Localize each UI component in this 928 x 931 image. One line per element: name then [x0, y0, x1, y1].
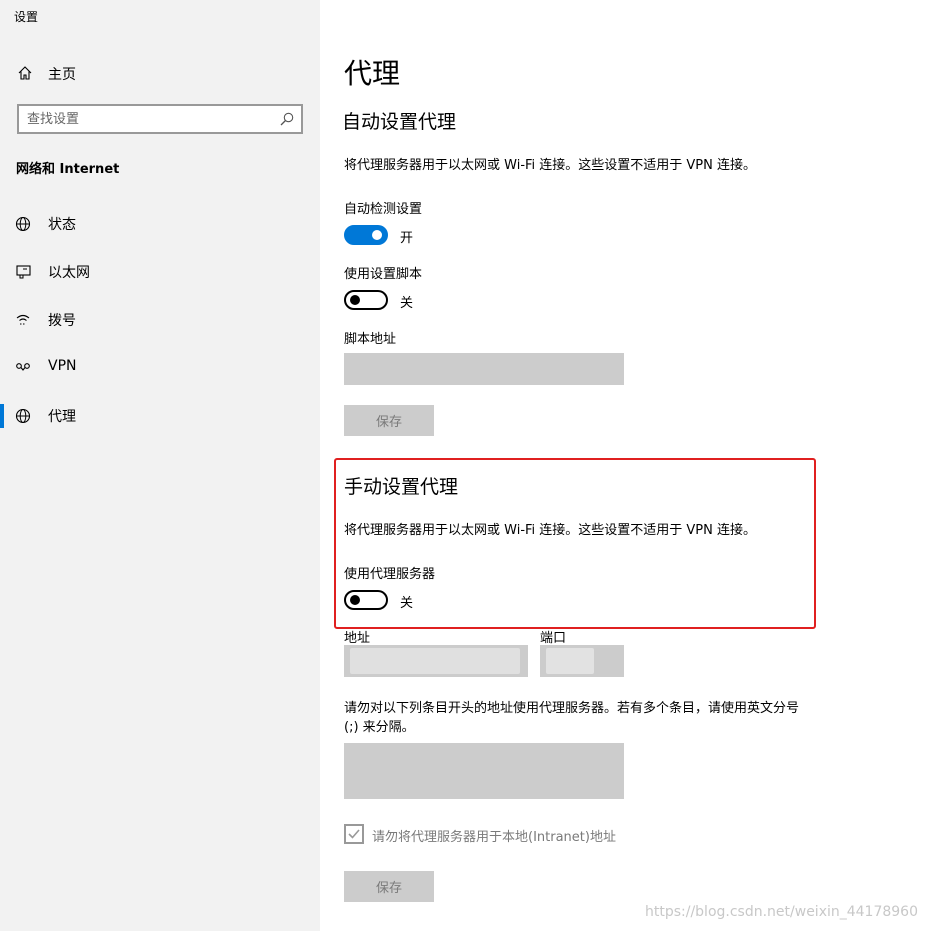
search-box[interactable]	[17, 104, 303, 134]
local-bypass-checkbox[interactable]	[344, 824, 364, 844]
exceptions-description: 请勿对以下列条目开头的地址使用代理服务器。若有多个条目，请使用英文分号 (;) …	[344, 701, 800, 735]
sidebar-item-label: 主页	[48, 67, 76, 83]
sidebar-item-vpn[interactable]: VPN	[0, 350, 320, 386]
script-address-field[interactable]	[344, 353, 624, 385]
sidebar-item-dialup[interactable]: 拨号	[0, 302, 320, 338]
sidebar-item-label: 代理	[48, 409, 76, 425]
sidebar-item-label: 以太网	[48, 265, 90, 281]
search-icon[interactable]	[279, 111, 295, 127]
toggle-knob	[372, 230, 382, 240]
port-blur	[546, 648, 594, 674]
manual-save-button[interactable]: 保存	[344, 871, 434, 902]
highlight-box	[334, 458, 816, 629]
globe-icon	[15, 408, 33, 424]
checkmark-icon	[348, 829, 360, 839]
setup-script-toggle[interactable]	[344, 290, 388, 310]
sidebar: 设置 主页 网络和 Internet 状态 以太网 拨号 VP	[0, 0, 320, 931]
auto-detect-label: 自动检测设置	[344, 202, 423, 217]
setup-script-label: 使用设置脚本	[344, 267, 423, 282]
dialup-icon	[15, 312, 33, 328]
sidebar-item-label: 状态	[48, 217, 76, 233]
page-title: 代理	[344, 57, 401, 90]
auto-proxy-description: 将代理服务器用于以太网或 Wi-Fi 连接。这些设置不适用于 VPN 连接。	[344, 158, 757, 173]
exceptions-field[interactable]	[344, 743, 624, 799]
sidebar-item-status[interactable]: 状态	[0, 206, 320, 242]
ethernet-icon	[15, 264, 33, 280]
sidebar-item-label: 拨号	[48, 313, 76, 329]
port-label: 端口	[540, 631, 567, 646]
local-bypass-label: 请勿将代理服务器用于本地(Intranet)地址	[372, 830, 616, 845]
sidebar-section-title: 网络和 Internet	[16, 162, 120, 177]
auto-proxy-heading: 自动设置代理	[342, 111, 457, 133]
sidebar-item-home[interactable]: 主页	[0, 58, 320, 88]
auto-detect-state: 开	[400, 231, 414, 246]
watermark: https://blog.csdn.net/weixin_44178960	[644, 904, 918, 920]
script-address-label: 脚本地址	[344, 332, 397, 347]
toggle-knob	[350, 295, 360, 305]
sidebar-item-label: VPN	[48, 358, 77, 374]
address-label: 地址	[344, 631, 371, 646]
vpn-icon	[15, 360, 33, 376]
sidebar-item-proxy[interactable]: 代理	[0, 398, 320, 434]
globe-status-icon	[15, 216, 33, 232]
auto-save-button[interactable]: 保存	[344, 405, 434, 436]
search-input[interactable]	[27, 110, 267, 128]
window-title: 设置	[14, 10, 39, 24]
sidebar-item-ethernet[interactable]: 以太网	[0, 254, 320, 290]
auto-detect-toggle[interactable]	[344, 225, 388, 245]
setup-script-state: 关	[400, 296, 414, 311]
address-blur	[350, 648, 520, 674]
home-icon	[17, 65, 33, 81]
